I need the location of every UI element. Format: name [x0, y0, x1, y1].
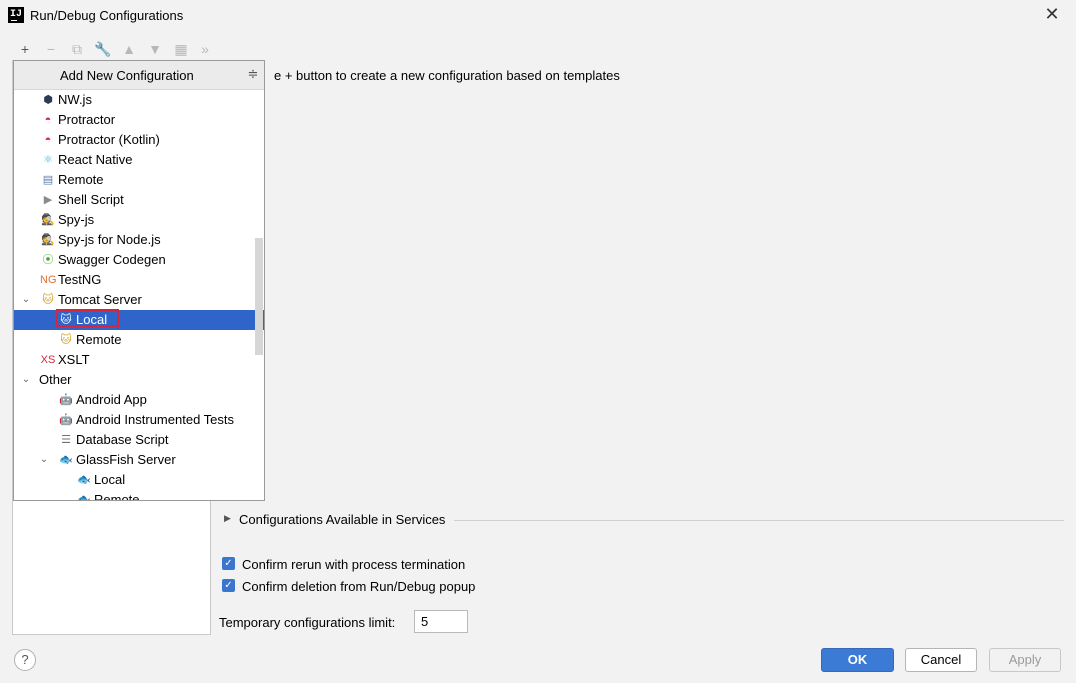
android-icon: 🤖 [59, 394, 73, 406]
copy-icon[interactable]: ⧉ [68, 40, 86, 58]
remote-icon: ▤ [42, 174, 54, 186]
list-item-label: Remote [76, 332, 122, 347]
title-bar: IJ Run/Debug Configurations ✕ [0, 0, 1076, 32]
list-item-label: Spy-js [58, 212, 95, 227]
cancel-button[interactable]: Cancel [905, 648, 977, 672]
list-item[interactable]: ⌄ Other [14, 370, 264, 390]
chevron-down-icon[interactable]: ⌄ [20, 290, 32, 310]
react-icon: ⚛ [43, 154, 53, 166]
popup-title: Add New Configuration [60, 68, 194, 83]
collapse-all-icon[interactable]: ≑ [246, 65, 260, 83]
more-icon[interactable]: » [196, 40, 214, 58]
add-configuration-popup: Add New Configuration ≑ ⬢ NW.js ◓ Protracto… [13, 60, 265, 501]
spyjs-icon: 🕵 [41, 214, 55, 226]
configuration-type-list[interactable]: ⬢ NW.js ◓ Protractor ◓ Protractor (Kotlin) ⚛ Re… [14, 90, 264, 501]
list-item[interactable]: ▤ Remote [14, 170, 264, 190]
list-item-label: GlassFish Server [76, 452, 176, 467]
intellij-icon: IJ [8, 7, 24, 23]
confirm-deletion-label: Confirm deletion from Run/Debug popup [242, 579, 476, 594]
list-item[interactable]: ⌄ 🐟 GlassFish Server [14, 450, 264, 470]
nwjs-icon: ⬢ [43, 94, 53, 106]
move-up-icon[interactable]: ▲ [120, 40, 138, 58]
list-item[interactable]: ⌄ 🐱 Tomcat Server [14, 290, 264, 310]
list-item-label: TestNG [58, 272, 102, 287]
android-tests-icon: 🤖 [59, 414, 73, 426]
spyjs-node-icon: 🕵 [41, 234, 55, 246]
scrollbar-thumb[interactable] [255, 238, 263, 355]
list-item[interactable]: ⦿ Swagger Codegen [14, 250, 264, 270]
list-item-label: Remote [58, 172, 104, 187]
close-icon[interactable]: ✕ [1043, 5, 1061, 23]
list-item-label: Remote [94, 492, 140, 501]
list-item-label: Database Script [76, 432, 169, 447]
popup-header: Add New Configuration ≑ [14, 61, 264, 90]
remove-icon[interactable]: − [42, 40, 60, 58]
glassfish-icon: 🐟 [59, 454, 73, 466]
list-item[interactable]: 🤖 Android App [14, 390, 264, 410]
list-item-label: NW.js [58, 92, 92, 107]
confirm-rerun-label: Confirm rerun with process termination [242, 557, 466, 572]
empty-hint-text: e + button to create a new configuration… [274, 68, 620, 83]
list-item-label: XSLT [58, 352, 90, 367]
move-down-icon[interactable]: ▼ [146, 40, 164, 58]
separator [454, 520, 1064, 521]
list-item-label: Android Instrumented Tests [76, 412, 235, 427]
services-section-label[interactable]: Configurations Available in Services [239, 512, 445, 527]
list-item[interactable]: ☰ Database Script [14, 430, 264, 450]
ok-button[interactable]: OK [821, 648, 894, 672]
list-item-label: Shell Script [58, 192, 124, 207]
tomcat-icon: 🐱 [42, 294, 54, 306]
add-icon[interactable]: + [16, 40, 34, 58]
list-item[interactable]: NG TestNG [14, 270, 264, 290]
list-item-label: Other [39, 372, 72, 387]
list-item-label: Swagger Codegen [58, 252, 166, 267]
glassfish-local-icon: 🐟 [77, 474, 91, 486]
tomcat-remote-icon: 🐱 [60, 334, 72, 346]
list-item-label: Protractor (Kotlin) [58, 132, 160, 147]
list-item[interactable]: 🐟 Local [14, 470, 264, 490]
list-item[interactable]: XS XSLT [14, 350, 264, 370]
xslt-icon: XS [40, 354, 56, 366]
protractor-icon: ◓ [44, 114, 52, 126]
database-icon: ☰ [61, 434, 71, 446]
chevron-down-icon[interactable]: ⌄ [20, 370, 32, 390]
list-item[interactable]: 🐟 Remote [14, 490, 264, 501]
folder-icon[interactable]: ▦ [172, 40, 190, 58]
selection-highlight-box [56, 309, 119, 327]
protractor-kotlin-icon: ◓ [44, 134, 52, 146]
shell-script-icon: ▶ [43, 194, 53, 206]
chevron-down-icon[interactable]: ⌄ [38, 450, 50, 470]
temp-limit-label: Temporary configurations limit: [219, 615, 396, 630]
list-item[interactable]: 🕵 Spy-js [14, 210, 264, 230]
wrench-icon[interactable]: 🔧 [94, 40, 112, 58]
list-item-label: Spy-js for Node.js [58, 232, 161, 247]
confirm-rerun-checkbox[interactable]: ✓ [222, 557, 235, 570]
testng-icon: NG [40, 274, 57, 286]
list-item[interactable]: ▶ Shell Script [14, 190, 264, 210]
list-item-label: Android App [76, 392, 147, 407]
list-item[interactable]: 🤖 Android Instrumented Tests [14, 410, 264, 430]
glassfish-remote-icon: 🐟 [77, 494, 91, 501]
window-title: Run/Debug Configurations [30, 8, 184, 23]
list-item[interactable]: 🐱 Remote [14, 330, 264, 350]
swagger-icon: ⦿ [42, 254, 54, 266]
confirm-deletion-checkbox[interactable]: ✓ [222, 579, 235, 592]
apply-button[interactable]: Apply [989, 648, 1061, 672]
list-item[interactable]: 🐱 Local [14, 310, 264, 330]
list-item[interactable]: ◓ Protractor [14, 110, 264, 130]
list-item-label: Local [94, 472, 126, 487]
help-button[interactable]: ? [14, 649, 36, 671]
temp-limit-input[interactable]: 5 [414, 610, 468, 633]
list-item[interactable]: ⬢ NW.js [14, 90, 264, 110]
list-item[interactable]: 🕵 Spy-js for Node.js [14, 230, 264, 250]
list-item[interactable]: ⚛ React Native [14, 150, 264, 170]
list-item-label: Tomcat Server [58, 292, 142, 307]
expand-chevron-icon[interactable]: ▶ [224, 513, 234, 525]
list-item-label: Protractor [58, 112, 116, 127]
list-item[interactable]: ◓ Protractor (Kotlin) [14, 130, 264, 150]
list-item-label: React Native [58, 152, 133, 167]
